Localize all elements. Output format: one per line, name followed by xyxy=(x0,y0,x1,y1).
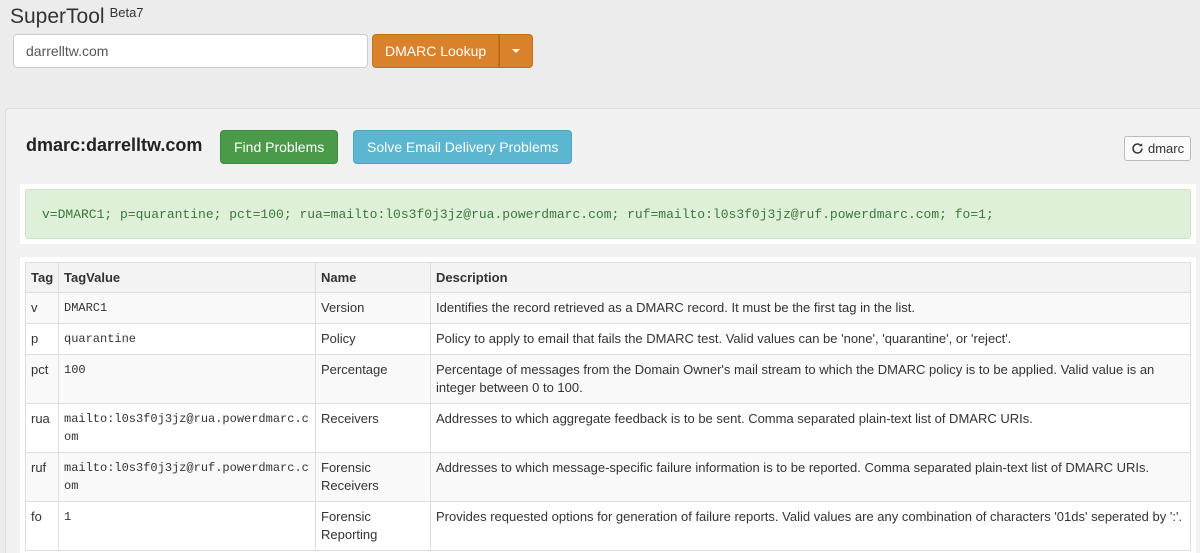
cell-description: Policy to apply to email that fails the … xyxy=(430,323,1191,355)
cell-tagvalue: mailto:l0s3f0j3jz@rua.powerdmarc.com xyxy=(58,403,316,453)
header-name: Name xyxy=(315,262,431,293)
cell-description: Identifies the record retrieved as a DMA… xyxy=(430,292,1191,324)
cell-description: Addresses to which message-specific fail… xyxy=(430,452,1191,502)
cell-tag: p xyxy=(25,323,59,355)
cell-tag: v xyxy=(25,292,59,324)
cell-tag: rua xyxy=(25,403,59,453)
dmarc-record-text: v=DMARC1; p=quarantine; pct=100; rua=mai… xyxy=(42,206,994,222)
refresh-dmarc-button[interactable]: dmarc xyxy=(1124,136,1192,161)
cell-tagvalue: 1 xyxy=(58,501,316,551)
dmarc-record-box: v=DMARC1; p=quarantine; pct=100; rua=mai… xyxy=(25,189,1191,239)
find-problems-button[interactable]: Find Problems xyxy=(220,130,339,164)
cell-description: Percentage of messages from the Domain O… xyxy=(430,354,1191,404)
header-tag: Tag xyxy=(25,262,59,293)
table-row: ruf mailto:l0s3f0j3jz@ruf.powerdmarc.com… xyxy=(25,452,1191,502)
cell-tagvalue: mailto:l0s3f0j3jz@ruf.powerdmarc.com xyxy=(58,452,316,502)
lookup-dropdown-toggle[interactable] xyxy=(499,34,534,68)
table-row: rua mailto:l0s3f0j3jz@rua.powerdmarc.com… xyxy=(25,403,1191,453)
app-brand: SuperTool Beta7 xyxy=(10,5,144,29)
caret-down-icon xyxy=(512,49,521,53)
cell-tagvalue: DMARC1 xyxy=(58,292,316,324)
header-tagvalue: TagValue xyxy=(58,262,316,293)
dmarc-tag-table: Tag TagValue Name Description v DMARC1 V… xyxy=(25,262,1191,551)
app-title: SuperTool xyxy=(10,5,105,28)
solve-email-delivery-button[interactable]: Solve Email Delivery Problems xyxy=(353,130,573,164)
domain-search-input[interactable] xyxy=(13,34,368,68)
beta-badge: Beta7 xyxy=(109,5,144,20)
dmarc-record-frame: v=DMARC1; p=quarantine; pct=100; rua=mai… xyxy=(20,184,1196,244)
cell-name: Receivers xyxy=(315,403,431,453)
lookup-button-group: DMARC Lookup xyxy=(372,34,534,68)
refresh-icon xyxy=(1132,143,1143,154)
table-row: p quarantine Policy Policy to apply to e… xyxy=(25,323,1191,355)
cell-tagvalue: quarantine xyxy=(58,323,316,355)
cell-description: Provides requested options for generatio… xyxy=(430,501,1191,551)
cell-tag: pct xyxy=(25,354,59,404)
cell-name: Forensic Receivers xyxy=(315,452,431,502)
panel-title: dmarc:darrelltw.com xyxy=(26,135,203,155)
cell-description: Addresses to which aggregate feedback is… xyxy=(430,403,1191,453)
cell-tag: ruf xyxy=(25,452,59,502)
table-header-row: Tag TagValue Name Description xyxy=(25,262,1191,293)
cell-name: Version xyxy=(315,292,431,324)
cell-tag: fo xyxy=(25,501,59,551)
dmarc-lookup-button[interactable]: DMARC Lookup xyxy=(372,34,500,68)
cell-name: Forensic Reporting xyxy=(315,501,431,551)
table-row: pct 100 Percentage Percentage of message… xyxy=(25,354,1191,404)
table-row: v DMARC1 Version Identifies the record r… xyxy=(25,292,1191,324)
header-description: Description xyxy=(430,262,1191,293)
table-row: fo 1 Forensic Reporting Provides request… xyxy=(25,501,1191,551)
cell-tagvalue: 100 xyxy=(58,354,316,404)
cell-name: Policy xyxy=(315,323,431,355)
refresh-dmarc-label: dmarc xyxy=(1148,141,1185,156)
tag-table-frame: Tag TagValue Name Description v DMARC1 V… xyxy=(20,257,1196,553)
cell-name: Percentage xyxy=(315,354,431,404)
